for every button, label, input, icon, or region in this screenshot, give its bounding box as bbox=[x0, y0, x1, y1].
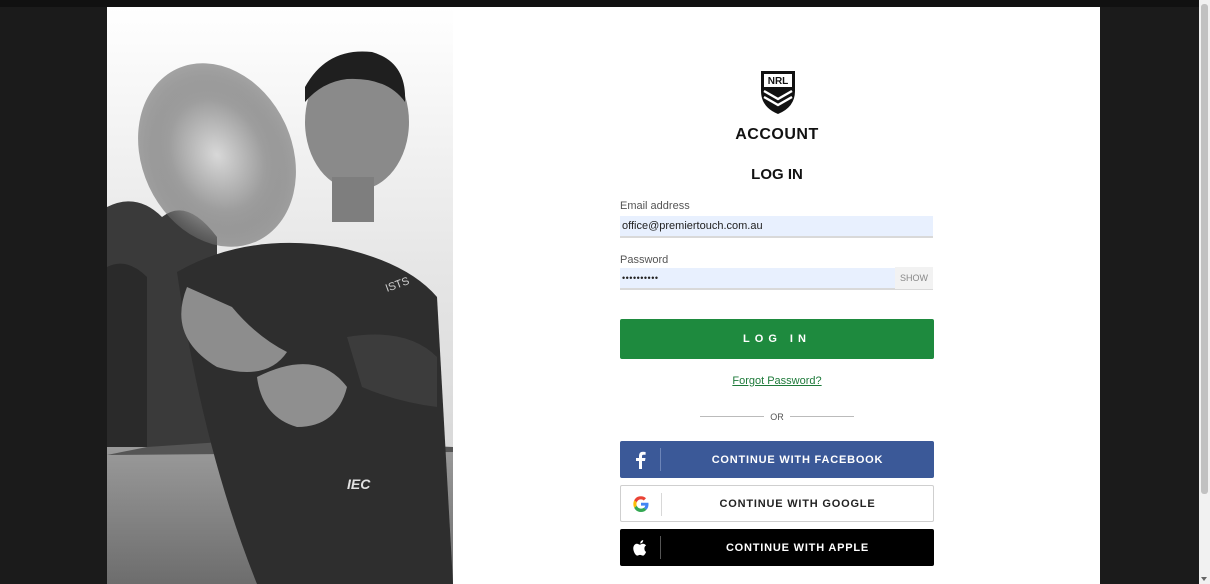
or-divider: OR bbox=[620, 410, 934, 424]
svg-text:NRL: NRL bbox=[768, 76, 789, 87]
rugby-player-image: ISTS IEC bbox=[107, 7, 453, 584]
login-heading: LOG IN bbox=[751, 166, 803, 183]
login-button[interactable]: LOG IN bbox=[620, 319, 934, 359]
svg-text:IEC: IEC bbox=[347, 476, 371, 492]
or-text: OR bbox=[770, 412, 784, 422]
hero-photo: ISTS IEC bbox=[107, 7, 453, 584]
apple-login-button[interactable]: CONTINUE WITH APPLE bbox=[620, 529, 934, 566]
top-bar bbox=[0, 0, 1210, 7]
login-modal: ISTS IEC NRL ACCOUNT LOG IN Email addres… bbox=[107, 7, 1100, 584]
apple-icon bbox=[620, 529, 660, 566]
email-field[interactable] bbox=[620, 216, 933, 238]
nrl-logo: NRL bbox=[758, 69, 798, 115]
forgot-password-link[interactable]: Forgot Password? bbox=[620, 375, 934, 387]
facebook-icon bbox=[620, 441, 660, 478]
facebook-login-button[interactable]: CONTINUE WITH FACEBOOK bbox=[620, 441, 934, 478]
password-field[interactable] bbox=[620, 268, 933, 290]
show-password-button[interactable]: SHOW bbox=[895, 267, 933, 289]
scroll-down-arrow-icon[interactable] bbox=[1201, 577, 1207, 581]
account-title: ACCOUNT bbox=[735, 126, 819, 143]
apple-button-label: CONTINUE WITH APPLE bbox=[725, 541, 870, 554]
email-label: Email address bbox=[620, 200, 690, 212]
google-login-button[interactable]: CONTINUE WITH GOOGLE bbox=[620, 485, 934, 522]
page-scrollbar[interactable] bbox=[1199, 0, 1210, 584]
facebook-button-label: CONTINUE WITH FACEBOOK bbox=[711, 453, 884, 466]
divider-line-right bbox=[790, 416, 854, 417]
password-label: Password bbox=[620, 254, 669, 266]
google-icon bbox=[621, 486, 661, 521]
scrollbar-thumb[interactable] bbox=[1201, 4, 1208, 494]
google-button-label: CONTINUE WITH GOOGLE bbox=[719, 497, 876, 510]
